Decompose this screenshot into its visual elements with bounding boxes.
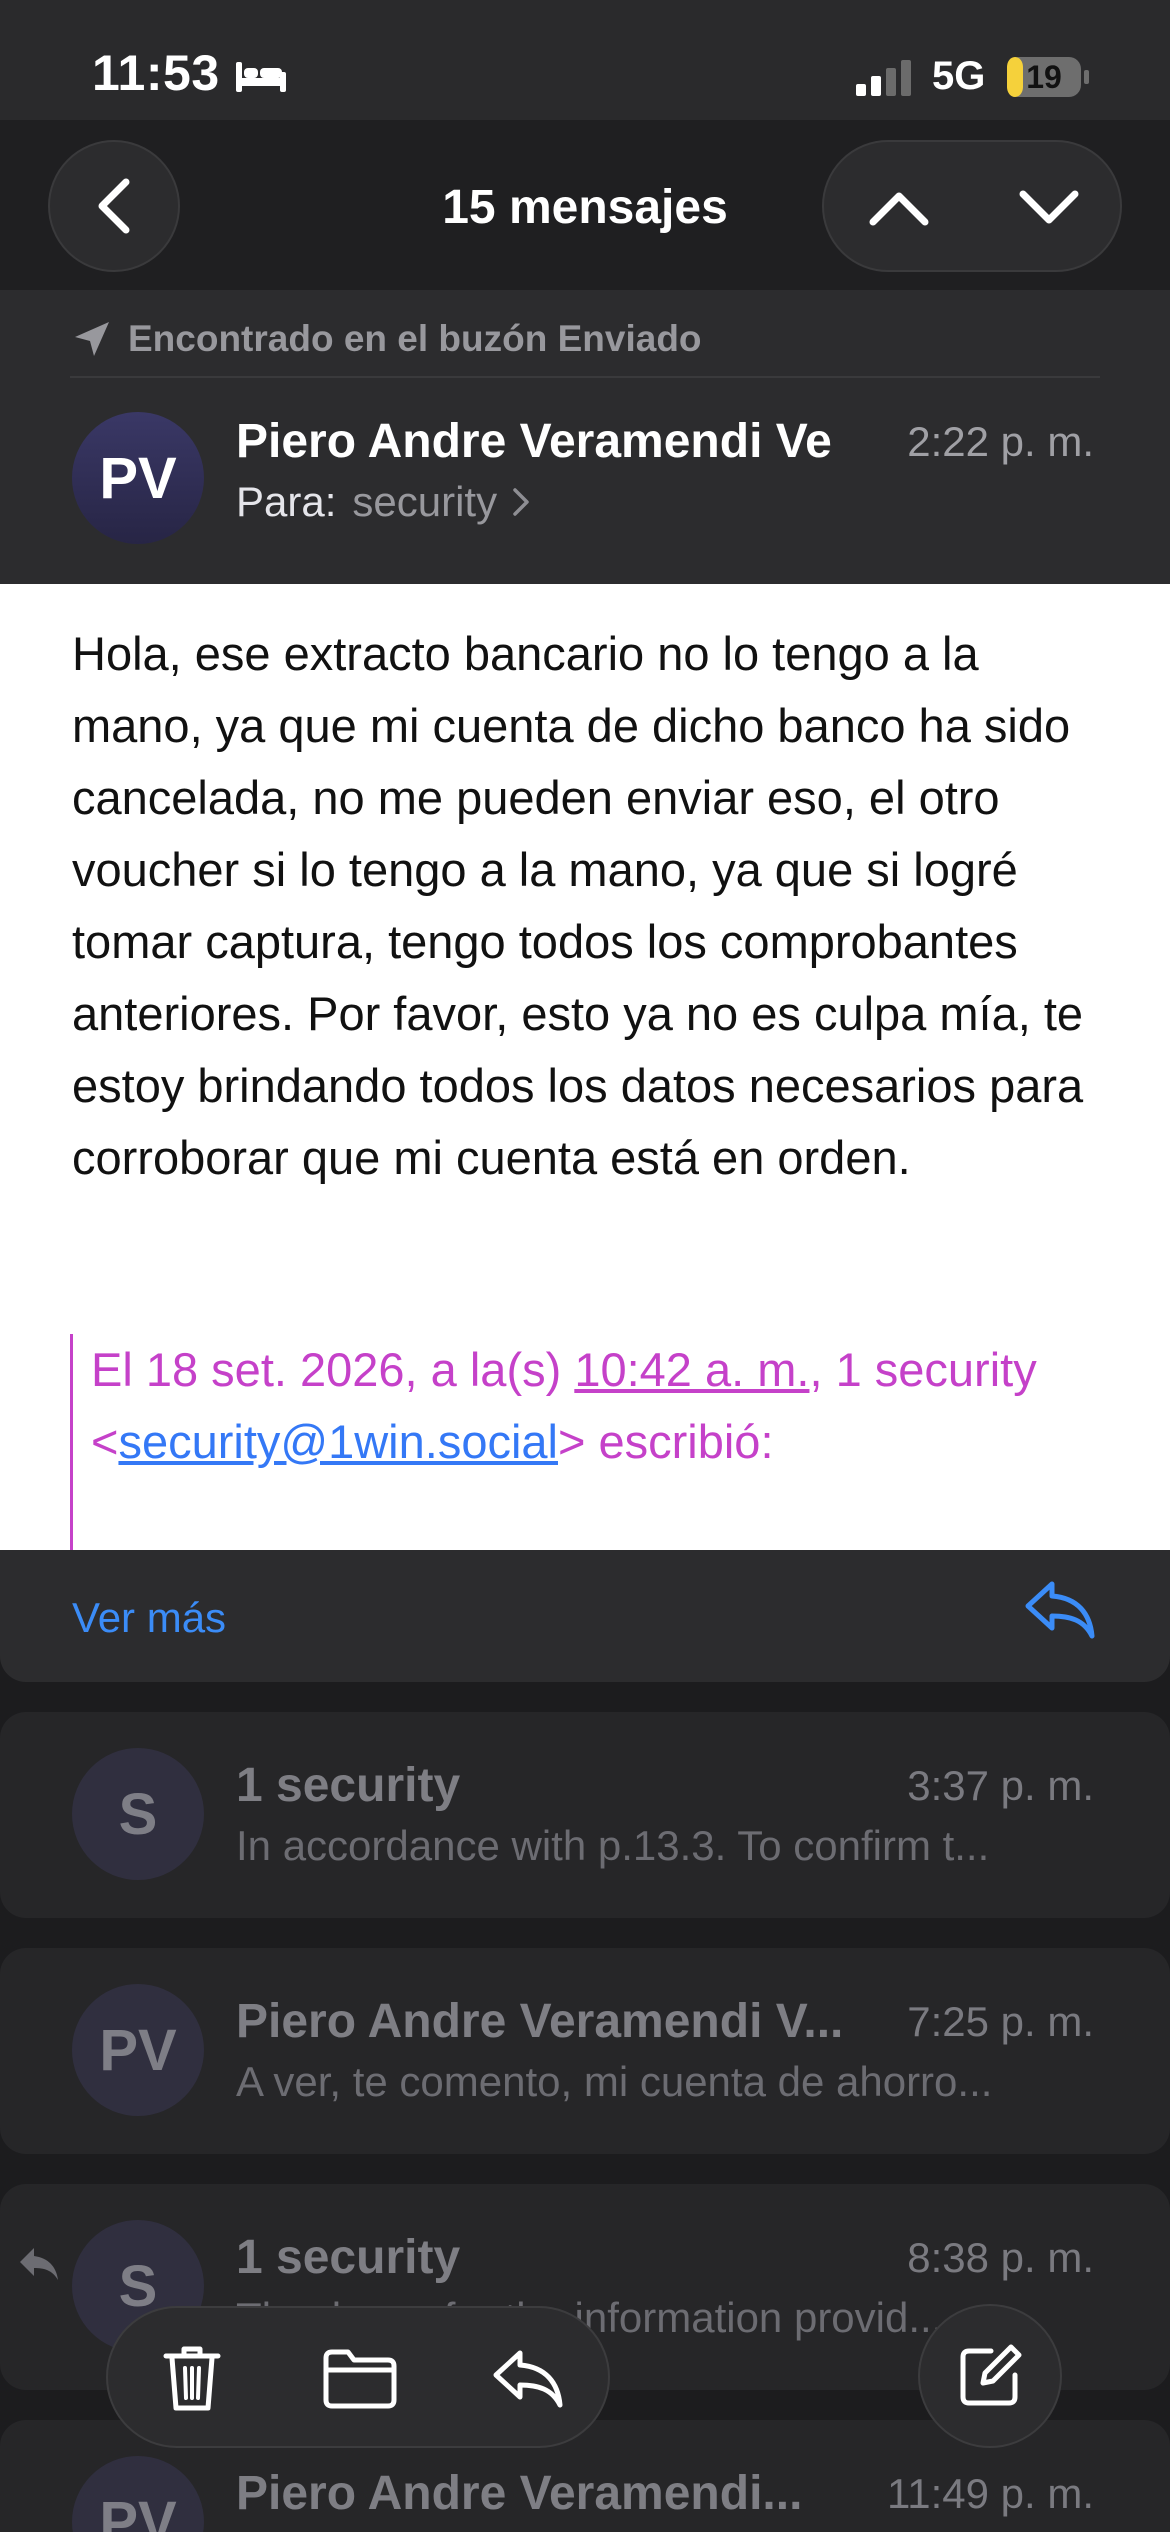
thread-sender: 1 security	[236, 2231, 461, 2284]
status-bar: 11:53 5G 19	[0, 0, 1170, 120]
thread-time: 3:37 p. m.	[907, 1762, 1094, 1809]
signal-icon	[856, 60, 911, 96]
replied-icon	[20, 2248, 58, 2280]
message-header: Encontrado en el buzón Enviado PV Piero …	[0, 290, 1170, 584]
quote-prefix: El 18 set. 2026, a la(s)	[91, 1343, 575, 1396]
quote-middle: , 1 security	[809, 1343, 1037, 1396]
divider	[70, 376, 1100, 378]
thread-time: 7:25 p. m.	[907, 1998, 1094, 2045]
thread-message-item[interactable]: PV Piero Andre Veramendi V... 7:25 p. m.…	[0, 1948, 1170, 2154]
message-time: 2:22 p. m.	[907, 418, 1094, 465]
battery-level: 19	[1026, 59, 1062, 95]
thread-sender: Piero Andre Veramendi...	[236, 2467, 803, 2520]
thread-time: 11:49 p. m.	[886, 2470, 1094, 2517]
avatar: PV	[72, 2456, 204, 2532]
found-in-sent-label: Encontrado en el buzón Enviado	[72, 314, 702, 364]
chevron-down-icon	[1019, 190, 1079, 224]
thread-sender: Piero Andre Veramendi V...	[236, 1995, 844, 2048]
thread-time: 8:38 p. m.	[907, 2234, 1094, 2281]
sender-name[interactable]: Piero Andre Veramendi Ve	[236, 414, 832, 469]
status-time: 11:53	[92, 45, 220, 101]
reply-icon	[1025, 1581, 1095, 1639]
quote-lt: <	[91, 1415, 119, 1468]
avatar: PV	[72, 1984, 204, 2116]
see-more-link[interactable]: Ver más	[72, 1594, 226, 1642]
sleep-focus-icon	[236, 62, 286, 92]
body-text: Hola, ese extracto bancario no lo tengo …	[72, 627, 1084, 1184]
to-label: Para:	[236, 478, 337, 525]
trash-icon	[163, 2346, 221, 2411]
compose-icon	[960, 2344, 1022, 2406]
avatar: S	[72, 1748, 204, 1880]
chevron-up-icon	[869, 192, 929, 226]
battery-indicator: 19	[1006, 56, 1090, 98]
message-body: Hola, ese extracto bancario no lo tengo …	[0, 584, 1170, 1550]
delete-button[interactable]	[108, 2308, 276, 2450]
paper-plane-icon	[75, 322, 109, 356]
thread-snippet: A ver, te comento, mi cuenta de ahorro..…	[236, 2058, 993, 2105]
recipients-row[interactable]: Para: security	[236, 478, 531, 526]
reply-toolbar-button[interactable]	[444, 2308, 612, 2450]
message-navigator	[822, 140, 1122, 272]
quote-time-link[interactable]: 10:42 a. m.	[574, 1343, 809, 1396]
previous-message-button[interactable]	[824, 142, 974, 274]
found-in-text: Encontrado en el buzón Enviado	[128, 318, 702, 359]
quoted-header: El 18 set. 2026, a la(s) 10:42 a. m., 1 …	[70, 1334, 1110, 1550]
message-footer: Ver más	[0, 1550, 1170, 1682]
thread-message-item[interactable]: S 1 security 3:37 p. m. In accordance wi…	[0, 1712, 1170, 1918]
chevron-right-icon	[513, 488, 529, 516]
quote-email-link[interactable]: security@1win.social	[118, 1415, 558, 1468]
quote-suffix: > escribió:	[557, 1415, 774, 1468]
nav-bar: 15 mensajes	[0, 120, 1170, 290]
thread-snippet: In accordance with p.13.3. To confirm t.…	[236, 1822, 990, 1869]
avatar[interactable]: PV	[72, 412, 204, 544]
recipient: security	[352, 478, 498, 525]
next-message-button[interactable]	[974, 142, 1124, 274]
thread-sender: 1 security	[236, 1759, 461, 1812]
reply-icon	[493, 2350, 563, 2408]
move-to-folder-button[interactable]	[276, 2308, 444, 2450]
compose-button[interactable]	[918, 2304, 1062, 2448]
bottom-toolbar	[106, 2306, 610, 2448]
reply-button[interactable]	[1022, 1578, 1098, 1647]
folder-icon	[323, 2349, 397, 2409]
network-type: 5G	[932, 54, 986, 98]
